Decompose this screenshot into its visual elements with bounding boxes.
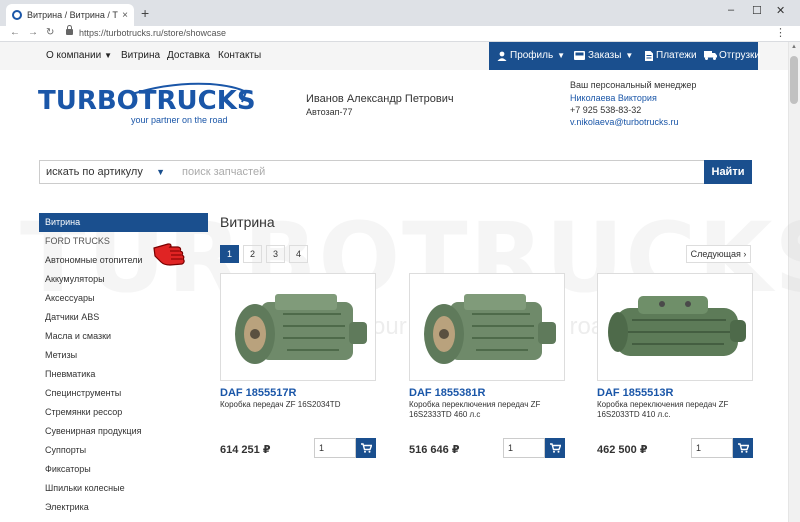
menu-delivery[interactable]: Доставка bbox=[167, 50, 210, 61]
product-name-link[interactable]: DAF 1855517R bbox=[220, 387, 296, 399]
close-window-icon[interactable]: ✕ bbox=[776, 4, 785, 17]
product-description: Коробка передач ZF 16S2034TD bbox=[220, 400, 341, 409]
product-price: 614 251 ₽ bbox=[220, 444, 271, 456]
tab-close-icon[interactable]: × bbox=[122, 10, 128, 21]
browser-menu-icon[interactable]: ⋮ bbox=[775, 26, 786, 39]
payments-menu[interactable]: Платежи bbox=[645, 50, 697, 61]
chevron-down-icon: ▼ bbox=[156, 167, 165, 177]
sidebar-item-souvenirs[interactable]: Сувенирная продукция bbox=[39, 422, 208, 441]
sidebar-item-special-tools[interactable]: Специнструменты bbox=[39, 384, 208, 403]
user-name: Иванов Александр Петрович bbox=[306, 93, 454, 105]
search-type-select[interactable]: искать по артикулу ▼ bbox=[39, 160, 176, 184]
url-text[interactable]: https://turbotrucks.ru/store/showcase bbox=[79, 28, 226, 38]
chevron-down-icon: ▼ bbox=[104, 51, 113, 60]
scroll-up-icon[interactable]: ▲ bbox=[791, 44, 797, 50]
sidebar-item-abs-sensors[interactable]: Датчики ABS bbox=[39, 308, 208, 327]
product-image[interactable] bbox=[409, 273, 565, 381]
pagination: 1 2 3 4 bbox=[220, 245, 312, 263]
inbox-icon bbox=[574, 51, 585, 60]
product-card: DAF 1855517R Коробка передач ZF 16S2034T… bbox=[220, 273, 376, 458]
menu-about[interactable]: О компании ▼ bbox=[46, 50, 112, 61]
sidebar-item-accessories[interactable]: Аксессуары bbox=[39, 289, 208, 308]
manager-name-link[interactable]: Николаева Виктория bbox=[570, 93, 657, 103]
gearbox-image bbox=[608, 296, 746, 356]
address-bar: ← → ↻ https://turbotrucks.ru/store/showc… bbox=[0, 25, 800, 42]
chevron-down-icon: ▼ bbox=[557, 51, 566, 60]
manager-title: Ваш персональный менеджер bbox=[570, 80, 697, 90]
orders-menu[interactable]: Заказы ▼ bbox=[574, 50, 633, 61]
tab-title: Витрина / Витрина / TURBOTRU bbox=[27, 10, 118, 20]
pointer-hand-icon bbox=[153, 243, 185, 266]
add-to-cart-button[interactable] bbox=[545, 438, 565, 458]
sidebar-item-oils[interactable]: Масла и смазки bbox=[39, 327, 208, 346]
product-description: Коробка переключения передач ZF 16S2033T… bbox=[597, 400, 729, 419]
add-to-cart-button[interactable] bbox=[733, 438, 753, 458]
product-price: 516 646 ₽ bbox=[409, 444, 460, 456]
logo-turbo: TURBO bbox=[38, 86, 139, 116]
favicon-icon bbox=[12, 10, 22, 20]
forward-icon[interactable]: → bbox=[28, 27, 38, 38]
sidebar-item-showcase[interactable]: Витрина bbox=[39, 213, 208, 232]
sidebar-item-spring-u-bolts[interactable]: Стремянки рессор bbox=[39, 403, 208, 422]
document-icon bbox=[645, 50, 653, 61]
menu-showcase[interactable]: Витрина bbox=[121, 50, 160, 61]
next-page-button[interactable]: Следующая › bbox=[686, 245, 751, 263]
page-2-button[interactable]: 2 bbox=[243, 245, 262, 263]
sidebar-item-retainers[interactable]: Фиксаторы bbox=[39, 460, 208, 479]
manager-phone: +7 925 538-83-32 bbox=[570, 105, 642, 115]
sidebar-item-calipers[interactable]: Суппорты bbox=[39, 441, 208, 460]
add-to-cart-button[interactable] bbox=[356, 438, 376, 458]
gearbox-image bbox=[424, 294, 556, 364]
sidebar-item-batteries[interactable]: Аккумуляторы bbox=[39, 270, 208, 289]
sidebar-item-pneumatics[interactable]: Пневматика bbox=[39, 365, 208, 384]
search-input[interactable] bbox=[175, 160, 705, 184]
quantity-input[interactable] bbox=[691, 438, 733, 458]
reload-icon[interactable]: ↻ bbox=[46, 27, 54, 38]
sidebar-item-hardware[interactable]: Метизы bbox=[39, 346, 208, 365]
cart-icon bbox=[549, 443, 561, 453]
profile-menu[interactable]: Профиль ▼ bbox=[497, 50, 565, 61]
new-tab-icon[interactable]: + bbox=[141, 5, 149, 21]
manager-email-link[interactable]: v.nikolaeva@turbotrucks.ru bbox=[570, 117, 679, 127]
minimize-icon[interactable]: – bbox=[728, 4, 734, 16]
truck-icon bbox=[704, 51, 717, 60]
product-image[interactable] bbox=[597, 273, 753, 381]
sidebar-item-wheel-studs[interactable]: Шпильки колесные bbox=[39, 479, 208, 498]
product-image[interactable] bbox=[220, 273, 376, 381]
cart-icon bbox=[360, 443, 372, 453]
sidebar-item-electrics[interactable]: Электрика bbox=[39, 498, 208, 517]
page-3-button[interactable]: 3 bbox=[266, 245, 285, 263]
scrollbar-track[interactable] bbox=[788, 42, 800, 522]
product-name-link[interactable]: DAF 1855381R bbox=[409, 387, 485, 399]
lock-icon bbox=[66, 25, 73, 35]
back-icon[interactable]: ← bbox=[10, 27, 20, 38]
browser-tabbar: Витрина / Витрина / TURBOTRU × + – ☐ ✕ bbox=[0, 0, 800, 26]
logo-trucks: TRUCKS bbox=[138, 86, 256, 116]
product-price: 462 500 ₽ bbox=[597, 444, 648, 456]
user-company: Автозап-77 bbox=[306, 107, 353, 117]
product-description: Коробка переключения передач ZF 16S2333T… bbox=[409, 400, 541, 419]
product-card: DAF 1855513R Коробка переключения переда… bbox=[597, 273, 753, 458]
product-card: DAF 1855381R Коробка переключения переда… bbox=[409, 273, 565, 458]
search-button[interactable]: Найти bbox=[704, 160, 752, 184]
user-icon bbox=[497, 51, 507, 61]
quantity-input[interactable] bbox=[503, 438, 545, 458]
chevron-down-icon: ▼ bbox=[625, 51, 634, 60]
logo-tagline: your partner on the road bbox=[131, 115, 228, 125]
product-name-link[interactable]: DAF 1855513R bbox=[597, 387, 673, 399]
browser-tab[interactable]: Витрина / Витрина / TURBOTRU × bbox=[6, 4, 134, 26]
account-menu: Профиль ▼ Заказы ▼ Платежи Отгрузки bbox=[489, 42, 760, 70]
menu-contacts[interactable]: Контакты bbox=[218, 50, 261, 61]
maximize-icon[interactable]: ☐ bbox=[752, 4, 762, 17]
cart-icon bbox=[737, 443, 749, 453]
site-logo[interactable]: TURBOTRUCKS your partner on the road bbox=[38, 80, 256, 130]
page-4-button[interactable]: 4 bbox=[289, 245, 308, 263]
page-1-button[interactable]: 1 bbox=[220, 245, 239, 263]
scrollbar-thumb[interactable] bbox=[790, 56, 798, 104]
shipments-menu[interactable]: Отгрузки bbox=[704, 50, 760, 61]
quantity-input[interactable] bbox=[314, 438, 356, 458]
gearbox-image bbox=[235, 294, 367, 364]
page-title: Витрина bbox=[220, 214, 275, 230]
